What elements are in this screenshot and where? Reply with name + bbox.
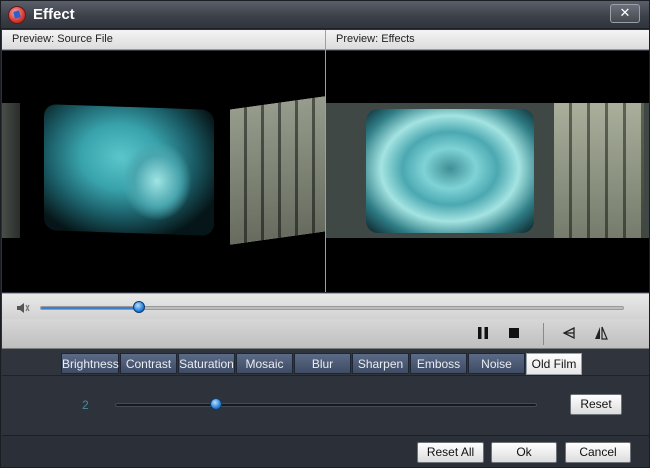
reset-button[interactable]: Reset — [570, 394, 622, 415]
effect-dialog: Effect ✕ Preview: Source File Preview: E… — [0, 0, 650, 468]
title-bar[interactable]: Effect ✕ — [1, 1, 649, 29]
effect-level-track[interactable] — [115, 403, 537, 407]
app-logo-icon — [8, 6, 26, 24]
tab-mosaic[interactable]: Mosaic — [236, 353, 293, 374]
wall-tiles-effect-image — [554, 103, 644, 238]
controls-separator — [543, 323, 544, 345]
window-title: Effect — [33, 6, 75, 23]
effect-level-thumb[interactable] — [210, 398, 223, 410]
tab-sharpen[interactable]: Sharpen — [352, 353, 409, 374]
effects-preview-label: Preview: Effects — [326, 30, 649, 50]
screen-highlight — [122, 141, 192, 221]
volume-icon[interactable] — [16, 302, 30, 314]
seek-bar — [2, 293, 649, 319]
close-button[interactable]: ✕ — [610, 4, 640, 23]
tab-noise[interactable]: Noise — [468, 353, 525, 374]
source-video-frame — [2, 96, 325, 245]
rotate-icon[interactable] — [562, 326, 576, 340]
wall-tiles-image — [230, 96, 325, 245]
effects-preview-pane — [326, 51, 649, 292]
tab-contrast[interactable]: Contrast — [120, 353, 177, 374]
frame-edge — [2, 103, 20, 238]
tab-old-film[interactable]: Old Film — [526, 353, 582, 375]
seek-thumb[interactable] — [133, 301, 146, 313]
player-controls — [2, 319, 649, 349]
cancel-button[interactable]: Cancel — [565, 442, 631, 463]
flip-icon[interactable] — [594, 326, 608, 340]
effect-settings-panel: 2 Reset — [2, 375, 649, 435]
source-preview-pane — [2, 51, 325, 292]
ok-button[interactable]: Ok — [491, 442, 557, 463]
tab-blur[interactable]: Blur — [294, 353, 351, 374]
tab-emboss[interactable]: Emboss — [410, 353, 467, 374]
effect-tabs: Brightness Contrast Saturation Mosaic Bl… — [2, 349, 649, 375]
tab-brightness[interactable]: Brightness — [61, 353, 119, 374]
effects-video-frame — [326, 103, 649, 238]
seek-progress — [41, 307, 141, 309]
source-preview-label: Preview: Source File — [2, 30, 325, 50]
seek-track[interactable] — [40, 306, 624, 310]
tab-saturation[interactable]: Saturation — [178, 353, 235, 374]
effect-level-value: 2 — [82, 398, 89, 412]
reset-all-button[interactable]: Reset All — [417, 442, 484, 463]
tv-screen-effect-image — [366, 109, 534, 233]
dialog-footer: Reset All Ok Cancel — [2, 435, 649, 467]
pause-icon[interactable] — [476, 326, 490, 340]
stop-icon[interactable] — [507, 326, 521, 340]
